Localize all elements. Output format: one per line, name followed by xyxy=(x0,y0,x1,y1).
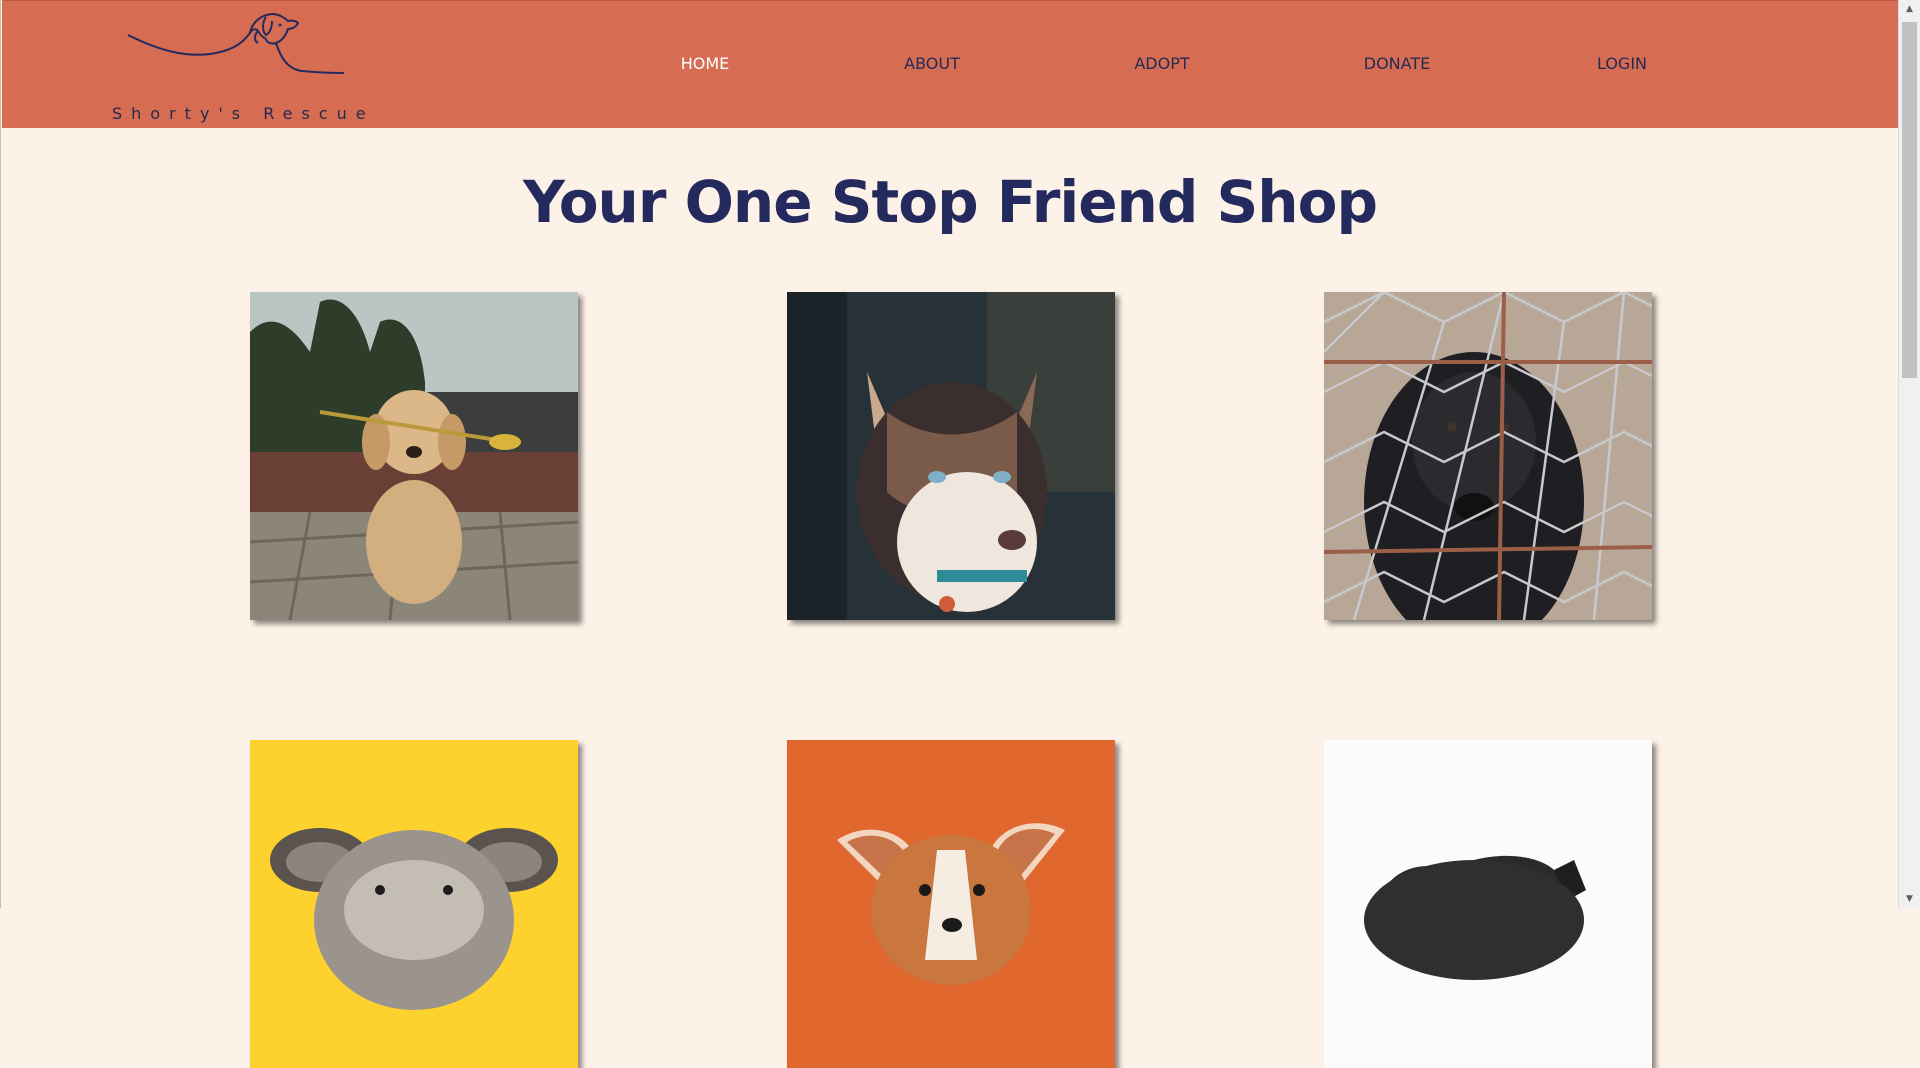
nav-adopt[interactable]: ADOPT xyxy=(1134,54,1189,73)
corgi-on-orange-photo[interactable] xyxy=(787,740,1115,1068)
golden-retriever-puppy-with-flower-photo[interactable] xyxy=(250,292,578,620)
nav-donate[interactable]: DONATE xyxy=(1364,54,1430,73)
brand-name: Shorty's Rescue xyxy=(112,104,375,123)
scroll-down-icon[interactable]: ▼ xyxy=(1899,890,1920,908)
vertical-scrollbar[interactable]: ▲ ▼ xyxy=(1898,0,1920,908)
main-nav: HOME ABOUT ADOPT DONATE LOGIN xyxy=(2,54,1899,78)
page-title: Your One Stop Friend Shop xyxy=(523,168,1378,236)
nav-home[interactable]: HOME xyxy=(681,54,730,73)
nav-about[interactable]: ABOUT xyxy=(904,54,960,73)
black-dog-behind-fence-photo[interactable] xyxy=(1324,292,1652,620)
scrollbar-thumb[interactable] xyxy=(1902,22,1917,378)
nav-login[interactable]: LOGIN xyxy=(1597,54,1647,73)
husky-blue-eyes-photo[interactable] xyxy=(787,292,1115,620)
site-header: Shorty's Rescue HOME ABOUT ADOPT DONATE … xyxy=(2,0,1899,128)
page: Shorty's Rescue HOME ABOUT ADOPT DONATE … xyxy=(0,0,1899,1068)
scroll-up-icon[interactable]: ▲ xyxy=(1899,0,1920,18)
schnauzer-on-yellow-photo[interactable] xyxy=(250,740,578,1068)
black-dog-on-white-photo[interactable] xyxy=(1324,740,1652,1068)
